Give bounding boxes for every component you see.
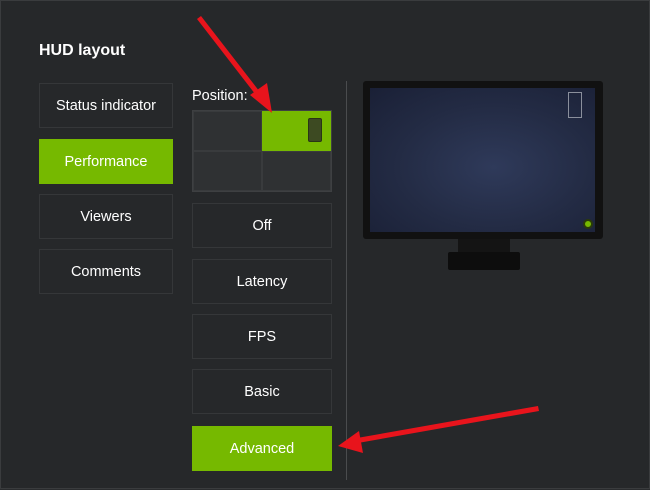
mode-label: Advanced: [229, 440, 295, 457]
mode-label: FPS: [247, 328, 277, 345]
mode-fps-button[interactable]: FPS: [192, 314, 332, 359]
monitor-preview-icon: [363, 81, 603, 239]
mode-label: Basic: [244, 383, 280, 400]
tab-status-indicator[interactable]: Status indicator: [39, 83, 173, 128]
position-bottom-right[interactable]: [262, 151, 331, 191]
tab-viewers[interactable]: Viewers: [39, 194, 173, 239]
panel-title: HUD layout: [39, 42, 126, 59]
vertical-divider: [346, 81, 347, 480]
position-bottom-left[interactable]: [193, 151, 262, 191]
hud-overlay-icon: [308, 118, 322, 142]
position-top-right[interactable]: [262, 111, 331, 151]
mode-label: Latency: [236, 273, 288, 290]
tab-performance[interactable]: Performance: [39, 139, 173, 184]
hud-settings-window: HUD layout Status indicator Performance …: [0, 0, 650, 489]
mode-latency-button[interactable]: Latency: [192, 259, 332, 304]
position-top-left[interactable]: [193, 111, 262, 151]
monitor-stand-base: [448, 252, 520, 270]
mode-label: Off: [252, 217, 272, 234]
power-indicator-icon: [583, 219, 593, 229]
position-grid: [192, 110, 332, 192]
tab-comments[interactable]: Comments: [39, 249, 173, 294]
tab-label: Performance: [64, 153, 148, 170]
arrow-to-advanced-icon: [338, 406, 539, 453]
tab-label: Comments: [70, 263, 142, 280]
tab-label: Status indicator: [56, 97, 156, 114]
mode-advanced-button[interactable]: Advanced: [192, 426, 332, 471]
hud-position-marker: [568, 92, 582, 118]
tab-label: Viewers: [80, 208, 132, 225]
monitor-stand-neck: [458, 239, 510, 253]
mode-basic-button[interactable]: Basic: [192, 369, 332, 414]
position-label: Position:: [192, 88, 248, 104]
monitor-screen: [370, 88, 595, 232]
mode-off-button[interactable]: Off: [192, 203, 332, 248]
